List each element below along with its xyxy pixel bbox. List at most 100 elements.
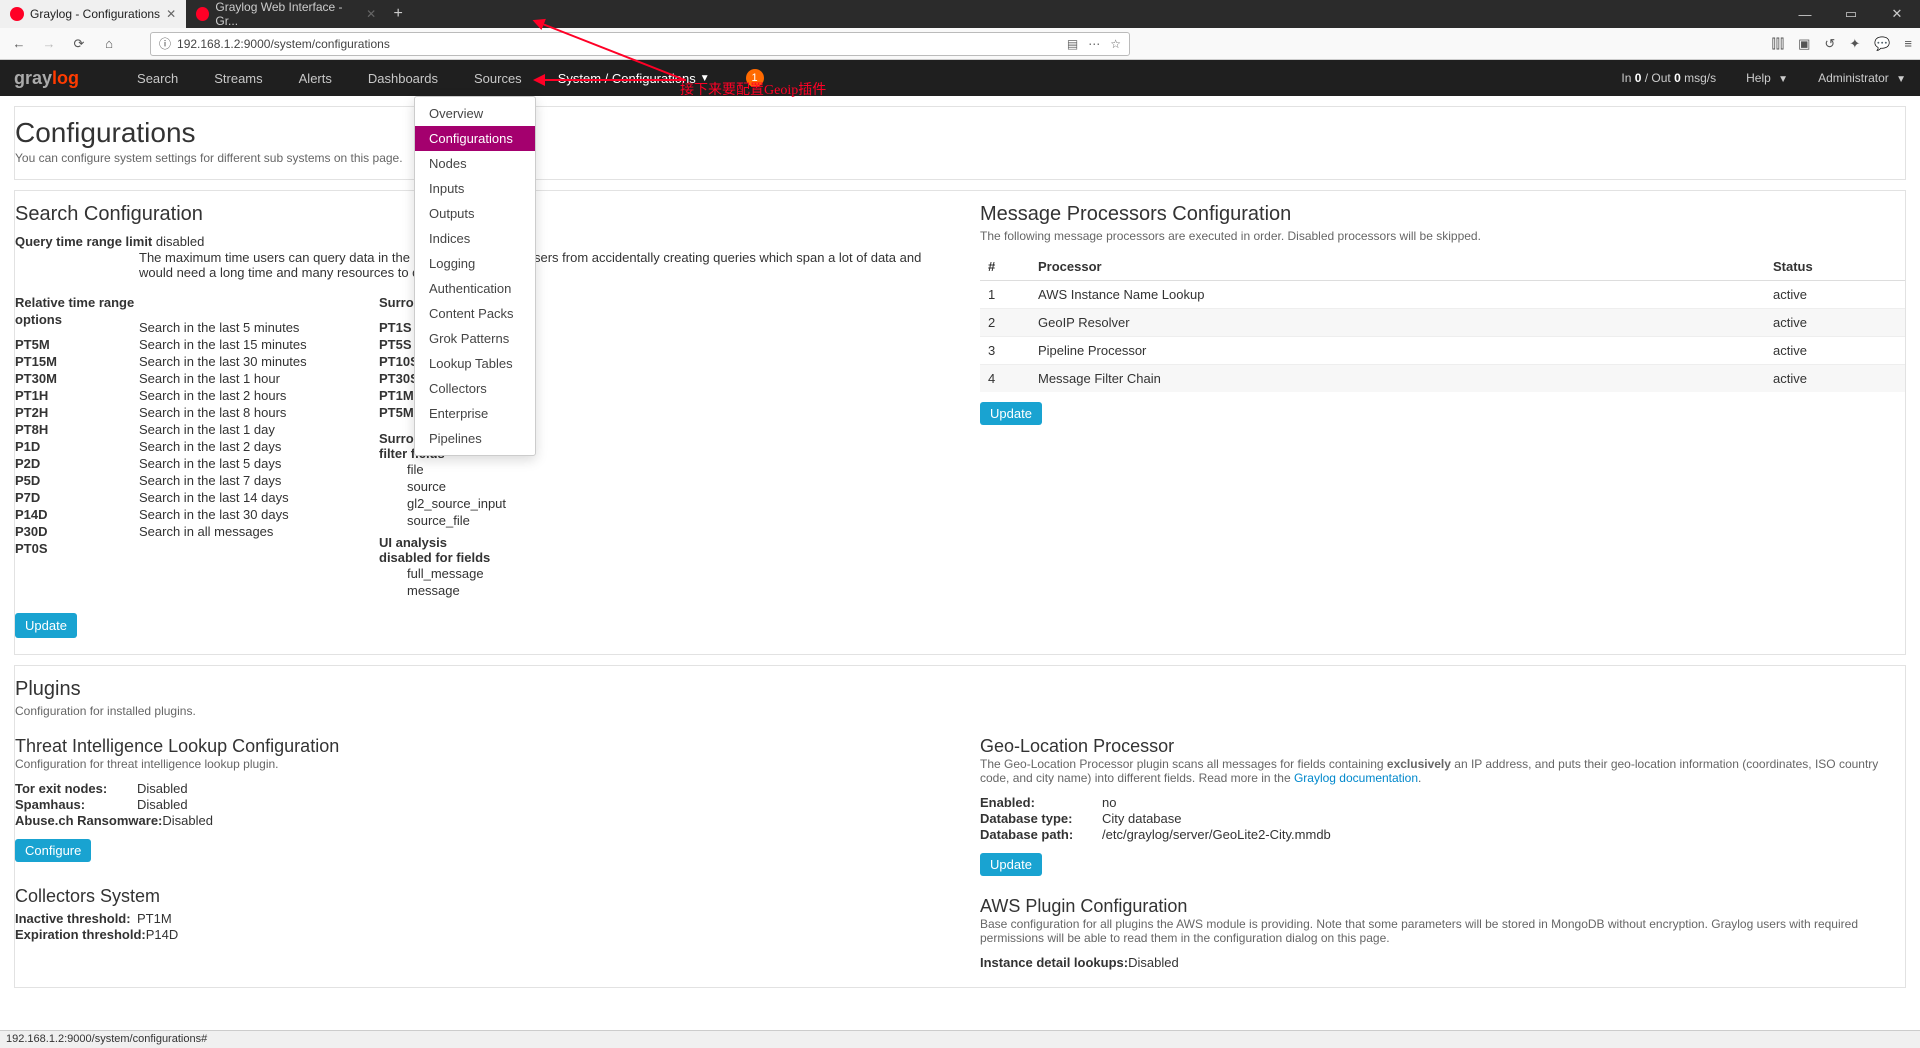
home-icon[interactable]: ⌂	[98, 33, 120, 55]
rel-key: PT8H	[15, 421, 139, 438]
chevron-down-icon: ▼	[1778, 74, 1788, 85]
sur-val: e	[503, 387, 940, 404]
sidebar-icon[interactable]: ▣	[1798, 36, 1810, 52]
chat-icon[interactable]: 💬	[1874, 36, 1890, 52]
rel-key: P1D	[15, 438, 139, 455]
geo-dbtype-value: City database	[1102, 811, 1182, 826]
rel-val: Search in the last 8 hours	[139, 404, 379, 421]
nav-dashboards[interactable]: Dashboards	[350, 60, 456, 96]
browser-status-bar: 192.168.1.2:9000/system/configurations#	[0, 1030, 1920, 1048]
inactive-value: PT1M	[137, 911, 172, 926]
minimize-icon[interactable]: —	[1782, 0, 1828, 28]
dd-enterprise[interactable]: Enterprise	[415, 401, 535, 426]
geo-dbpath-label: Database path:	[980, 827, 1102, 843]
info-icon[interactable]: ⓘ	[159, 35, 171, 52]
col-proc: Processor	[1030, 253, 1765, 281]
rel-key: P14D	[15, 506, 139, 523]
rel-val: Search in the last 2 hours	[139, 387, 379, 404]
tab-title: Graylog Web Interface - Gr...	[215, 0, 360, 28]
dd-lookup[interactable]: Lookup Tables	[415, 351, 535, 376]
filter-field: gl2_source_input	[379, 495, 503, 512]
rel-key: PT15M	[15, 353, 139, 370]
dd-overview[interactable]: Overview	[415, 101, 535, 126]
dd-authentication[interactable]: Authentication	[415, 276, 535, 301]
new-tab-button[interactable]: +	[386, 5, 410, 23]
maximize-icon[interactable]: ▭	[1828, 0, 1874, 28]
update-processors-button[interactable]: Update	[980, 402, 1042, 425]
close-icon[interactable]: ✕	[366, 7, 376, 21]
page-title: Configurations	[15, 117, 1905, 151]
nav-streams[interactable]: Streams	[196, 60, 280, 96]
library-icon[interactable]: ⫿⫿⫿	[1772, 36, 1784, 52]
aws-desc: Base configuration for all plugins the A…	[980, 917, 1905, 945]
nav-sources[interactable]: Sources	[456, 60, 540, 96]
rel-header: Relative time range options	[15, 294, 139, 328]
extension-icon[interactable]: ✦	[1849, 36, 1860, 52]
geo-enabled-label: Enabled:	[980, 795, 1102, 811]
reload-icon[interactable]: ⟳	[68, 33, 90, 55]
graylog-logo[interactable]: graylog	[14, 68, 79, 89]
system-dropdown: Overview Configurations Nodes Inputs Out…	[414, 96, 536, 456]
graylog-favicon-icon	[196, 7, 209, 21]
rel-key: P7D	[15, 489, 139, 506]
dd-outputs[interactable]: Outputs	[415, 201, 535, 226]
threat-title: Threat Intelligence Lookup Configuration	[15, 736, 940, 757]
collectors-title: Collectors System	[15, 886, 940, 907]
dd-indices[interactable]: Indices	[415, 226, 535, 251]
plugins-section: Plugins Configuration for installed plug…	[14, 665, 1906, 988]
rel-key: P2D	[15, 455, 139, 472]
sur-val: utes	[503, 404, 940, 421]
dd-nodes[interactable]: Nodes	[415, 151, 535, 176]
rel-key: P30D	[15, 523, 139, 540]
rel-key: PT2H	[15, 404, 139, 421]
dd-collectors[interactable]: Collectors	[415, 376, 535, 401]
rel-key: P5D	[15, 472, 139, 489]
browser-tab[interactable]: Graylog Web Interface - Gr... ✕	[186, 0, 386, 28]
threat-subtitle: Configuration for threat intelligence lo…	[15, 757, 940, 771]
update-search-button[interactable]: Update	[15, 613, 77, 638]
rel-val: Search in the last 14 days	[139, 489, 379, 506]
reader-icon[interactable]: ▤	[1067, 37, 1078, 51]
dd-configurations[interactable]: Configurations	[415, 126, 535, 151]
col-status: Status	[1765, 253, 1905, 281]
rel-val: Search in the last 30 days	[139, 506, 379, 523]
plugins-subtitle: Configuration for installed plugins.	[15, 704, 1905, 718]
forward-icon[interactable]: →	[38, 33, 60, 55]
update-geo-button[interactable]: Update	[980, 853, 1042, 876]
filter-field: file	[379, 461, 503, 478]
close-icon[interactable]: ✕	[166, 7, 176, 21]
back-icon[interactable]: ←	[8, 33, 30, 55]
dd-grok[interactable]: Grok Patterns	[415, 326, 535, 351]
rel-val: Search in the last 2 days	[139, 438, 379, 455]
graylog-docs-link[interactable]: Graylog documentation	[1294, 771, 1418, 785]
graylog-favicon-icon	[10, 7, 24, 21]
dd-pipelines[interactable]: Pipelines	[415, 426, 535, 451]
nav-search[interactable]: Search	[119, 60, 196, 96]
nav-admin[interactable]: Administrator ▼	[1818, 71, 1906, 85]
sync-icon[interactable]: ↺	[1824, 36, 1835, 52]
qtr-desc: The maximum time users can query data in…	[139, 250, 940, 280]
rel-key: PT1H	[15, 387, 139, 404]
configure-threat-button[interactable]: Configure	[15, 839, 91, 862]
nav-help[interactable]: Help ▼	[1746, 71, 1788, 85]
browser-tab-active[interactable]: Graylog - Configurations ✕	[0, 0, 186, 28]
dd-content-packs[interactable]: Content Packs	[415, 301, 535, 326]
sur-val: nds	[503, 336, 940, 353]
sur-val: nd	[503, 319, 940, 336]
menu-dots-icon[interactable]: ⋯	[1088, 37, 1100, 51]
rel-key: PT5M	[15, 336, 139, 353]
hamburger-icon[interactable]: ≡	[1904, 36, 1912, 52]
nav-alerts[interactable]: Alerts	[281, 60, 350, 96]
dd-logging[interactable]: Logging	[415, 251, 535, 276]
bookmark-star-icon[interactable]: ☆	[1110, 37, 1121, 51]
rel-val: Search in the last 5 minutes	[139, 319, 379, 336]
close-window-icon[interactable]: ✕	[1874, 0, 1920, 28]
rel-key: PT30M	[15, 370, 139, 387]
browser-toolbar: ← → ⟳ ⌂ ⓘ 192.168.1.2:9000/system/config…	[0, 28, 1920, 60]
aws-title: AWS Plugin Configuration	[980, 896, 1905, 917]
dd-inputs[interactable]: Inputs	[415, 176, 535, 201]
tor-value: Disabled	[137, 781, 188, 796]
table-row: 3Pipeline Processoractive	[980, 337, 1905, 365]
table-row: 2GeoIP Resolveractive	[980, 309, 1905, 337]
ui-disabled-field: full_message	[379, 565, 503, 582]
